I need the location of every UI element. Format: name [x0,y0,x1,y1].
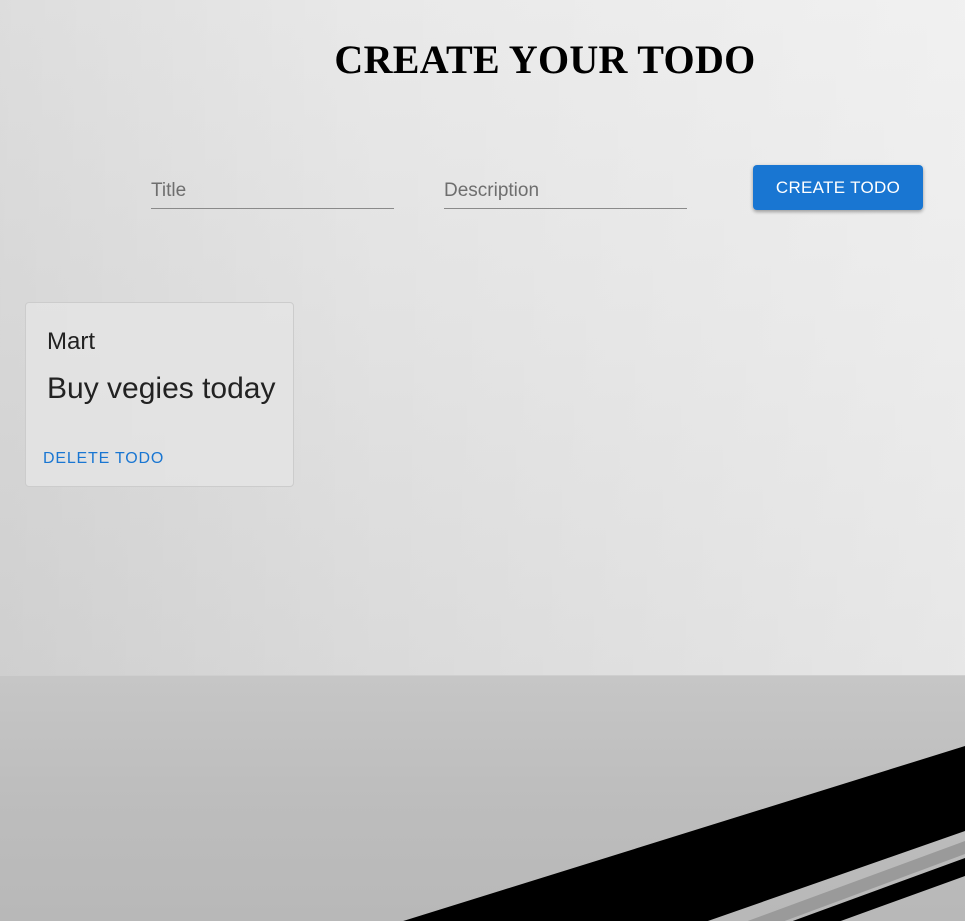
title-field[interactable] [151,168,394,209]
background-floor [0,675,965,921]
page-title: CREATE YOUR TODO [334,37,756,82]
title-input[interactable] [151,180,394,202]
todo-card: Mart Buy vegies today DELETE TODO [25,302,294,487]
description-field[interactable] [444,168,687,209]
todo-title: Mart [47,328,95,355]
description-input[interactable] [444,180,687,202]
delete-todo-button[interactable]: DELETE TODO [35,446,172,472]
create-todo-button[interactable]: CREATE TODO [753,165,923,210]
floor-stripe-graphic [403,746,965,921]
todo-description: Buy vegies today [47,372,276,405]
